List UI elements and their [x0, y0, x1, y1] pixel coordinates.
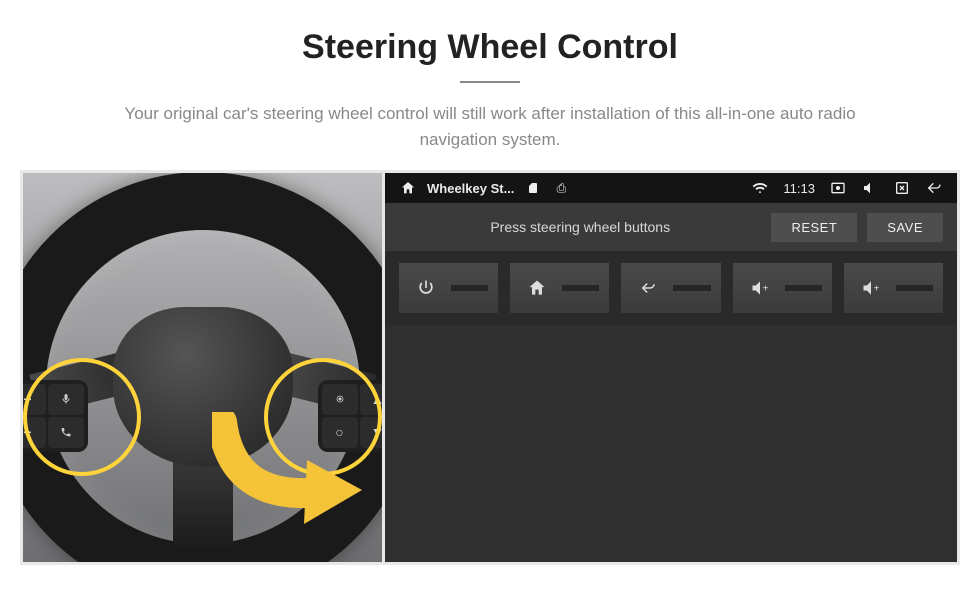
map-indicator [562, 285, 599, 291]
sd-card-icon [524, 179, 542, 197]
mapping-row: + + [385, 251, 957, 325]
status-bar: Wheelkey St... ⎙ 11:13 [385, 173, 957, 203]
voice-icon [60, 393, 72, 405]
wifi-icon [751, 179, 769, 197]
status-app-title: Wheelkey St... [427, 181, 514, 196]
page-title: Steering Wheel Control [40, 28, 940, 67]
map-btn-home[interactable] [510, 263, 609, 313]
action-bar: Press steering wheel buttons RESET SAVE [385, 203, 957, 251]
mapping-empty-area [385, 325, 957, 562]
usb-icon: ⎙ [552, 179, 570, 197]
svg-text:+: + [762, 283, 768, 294]
src-icon [334, 393, 346, 405]
head-unit-screen: Wheelkey St... ⎙ 11:13 [385, 170, 960, 565]
mute-icon[interactable] [861, 179, 879, 197]
page-subtitle: Your original car's steering wheel contr… [100, 101, 880, 152]
phone-icon [60, 426, 72, 438]
volume-up-icon: + [743, 278, 777, 298]
volume-up-icon: + [854, 278, 888, 298]
wheel-btn-phone [48, 417, 84, 448]
map-indicator [451, 285, 488, 291]
map-btn-back[interactable] [621, 263, 720, 313]
wheel-button-cluster-left: + − [20, 380, 88, 452]
close-app-icon[interactable] [893, 179, 911, 197]
home-icon [520, 278, 554, 298]
wheel-btn-plus: + [20, 384, 46, 415]
home-status-icon[interactable] [399, 179, 417, 197]
map-btn-power[interactable] [399, 263, 498, 313]
callout-arrow-icon [212, 412, 362, 532]
title-divider [460, 81, 520, 83]
reset-button[interactable]: RESET [771, 213, 857, 242]
wheel-btn-up: ▲ [360, 384, 386, 415]
map-btn-volume-up-2[interactable]: + [844, 263, 943, 313]
steering-wheel-photo: + − ▲ ○ ▼ [20, 170, 385, 565]
back-icon [631, 279, 665, 297]
map-indicator [785, 285, 822, 291]
screenshot-icon[interactable] [829, 179, 847, 197]
wheel-btn-down: ▼ [360, 417, 386, 448]
map-btn-volume-up-1[interactable]: + [733, 263, 832, 313]
svg-text:+: + [873, 283, 879, 294]
status-time: 11:13 [783, 181, 815, 196]
back-nav-icon[interactable] [925, 179, 943, 197]
map-indicator [896, 285, 933, 291]
save-button[interactable]: SAVE [867, 213, 943, 242]
wheel-btn-minus: − [20, 417, 46, 448]
map-indicator [673, 285, 710, 291]
wheel-btn-voice [48, 384, 84, 415]
instruction-text: Press steering wheel buttons [399, 219, 761, 235]
wheel-btn-src [322, 384, 358, 415]
power-icon [409, 278, 443, 298]
